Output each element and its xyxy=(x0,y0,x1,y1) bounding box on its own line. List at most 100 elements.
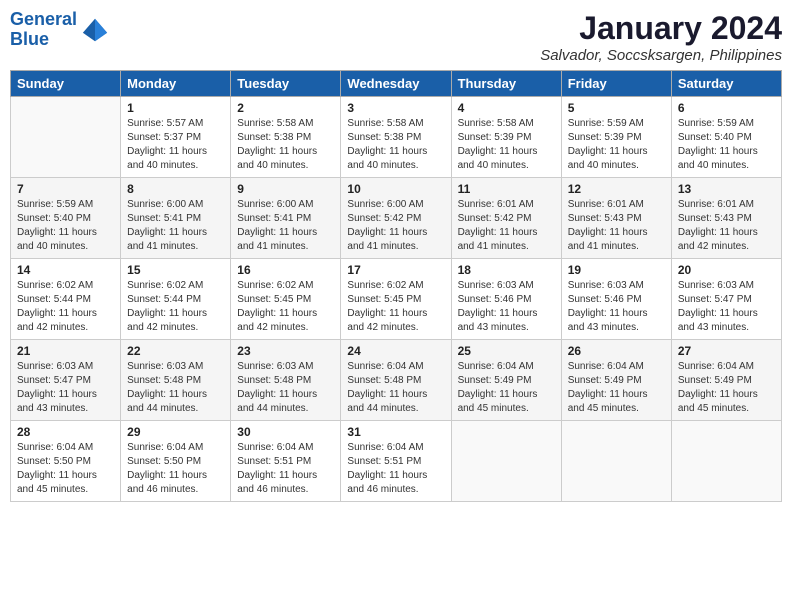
day-info: Sunrise: 6:03 AM Sunset: 5:48 PM Dayligh… xyxy=(127,360,224,416)
day-info: Sunrise: 6:04 AM Sunset: 5:50 PM Dayligh… xyxy=(17,441,114,497)
calendar-cell: 2 Sunrise: 5:58 AM Sunset: 5:38 PM Daylig… xyxy=(231,97,341,178)
calendar-cell xyxy=(561,421,671,502)
logo-general: General xyxy=(10,9,77,29)
day-info: Sunrise: 6:00 AM Sunset: 5:41 PM Dayligh… xyxy=(237,198,334,254)
day-number: 18 xyxy=(458,263,555,277)
day-info: Sunrise: 6:04 AM Sunset: 5:49 PM Dayligh… xyxy=(458,360,555,416)
calendar-cell: 28 Sunrise: 6:04 AM Sunset: 5:50 PM Dayli… xyxy=(11,421,121,502)
calendar-cell: 12 Sunrise: 6:01 AM Sunset: 5:43 PM Dayli… xyxy=(561,178,671,259)
day-number: 9 xyxy=(237,182,334,196)
day-number: 28 xyxy=(17,425,114,439)
day-number: 30 xyxy=(237,425,334,439)
day-info: Sunrise: 6:04 AM Sunset: 5:50 PM Dayligh… xyxy=(127,441,224,497)
calendar-cell: 31 Sunrise: 6:04 AM Sunset: 5:51 PM Dayli… xyxy=(341,421,451,502)
calendar-header-saturday: Saturday xyxy=(671,71,781,97)
day-number: 21 xyxy=(17,344,114,358)
day-info: Sunrise: 6:00 AM Sunset: 5:42 PM Dayligh… xyxy=(347,198,444,254)
calendar-header-tuesday: Tuesday xyxy=(231,71,341,97)
calendar-cell: 6Sunrise: 5:59 AM Sunset: 5:40 PM Daylig… xyxy=(671,97,781,178)
calendar-header-wednesday: Wednesday xyxy=(341,71,451,97)
calendar-cell: 18 Sunrise: 6:03 AM Sunset: 5:46 PM Dayli… xyxy=(451,259,561,340)
day-number: 17 xyxy=(347,263,444,277)
calendar-cell: 9 Sunrise: 6:00 AM Sunset: 5:41 PM Daylig… xyxy=(231,178,341,259)
calendar-week-1: 1 Sunrise: 5:57 AM Sunset: 5:37 PM Daylig… xyxy=(11,97,782,178)
calendar-cell: 13Sunrise: 6:01 AM Sunset: 5:43 PM Dayli… xyxy=(671,178,781,259)
calendar-header-row: SundayMondayTuesdayWednesdayThursdayFrid… xyxy=(11,71,782,97)
logo-text: General Blue xyxy=(10,10,77,50)
calendar-body: 1 Sunrise: 5:57 AM Sunset: 5:37 PM Daylig… xyxy=(11,97,782,502)
day-number: 1 xyxy=(127,101,224,115)
day-info: Sunrise: 6:01 AM Sunset: 5:43 PM Dayligh… xyxy=(678,198,775,254)
calendar-header-thursday: Thursday xyxy=(451,71,561,97)
day-info: Sunrise: 6:04 AM Sunset: 5:51 PM Dayligh… xyxy=(347,441,444,497)
day-number: 5 xyxy=(568,101,665,115)
day-number: 4 xyxy=(458,101,555,115)
day-info: Sunrise: 5:58 AM Sunset: 5:38 PM Dayligh… xyxy=(347,117,444,173)
day-number: 14 xyxy=(17,263,114,277)
day-number: 24 xyxy=(347,344,444,358)
page-title: January 2024 xyxy=(540,10,782,47)
day-number: 26 xyxy=(568,344,665,358)
day-info: Sunrise: 5:58 AM Sunset: 5:38 PM Dayligh… xyxy=(237,117,334,173)
day-info: Sunrise: 5:57 AM Sunset: 5:37 PM Dayligh… xyxy=(127,117,224,173)
day-info: Sunrise: 5:59 AM Sunset: 5:39 PM Dayligh… xyxy=(568,117,665,173)
day-info: Sunrise: 6:04 AM Sunset: 5:49 PM Dayligh… xyxy=(678,360,775,416)
calendar-cell: 19Sunrise: 6:03 AM Sunset: 5:46 PM Dayli… xyxy=(561,259,671,340)
day-number: 2 xyxy=(237,101,334,115)
day-info: Sunrise: 6:03 AM Sunset: 5:47 PM Dayligh… xyxy=(678,279,775,335)
calendar-week-3: 14 Sunrise: 6:02 AM Sunset: 5:44 PM Dayli… xyxy=(11,259,782,340)
day-info: Sunrise: 6:03 AM Sunset: 5:46 PM Dayligh… xyxy=(458,279,555,335)
calendar-cell xyxy=(671,421,781,502)
calendar-cell: 3Sunrise: 5:58 AM Sunset: 5:38 PM Daylig… xyxy=(341,97,451,178)
day-info: Sunrise: 6:02 AM Sunset: 5:44 PM Dayligh… xyxy=(127,279,224,335)
day-number: 27 xyxy=(678,344,775,358)
day-number: 6 xyxy=(678,101,775,115)
calendar-cell: 17 Sunrise: 6:02 AM Sunset: 5:45 PM Dayli… xyxy=(341,259,451,340)
calendar-cell xyxy=(451,421,561,502)
day-info: Sunrise: 6:01 AM Sunset: 5:42 PM Dayligh… xyxy=(458,198,555,254)
calendar-week-4: 21 Sunrise: 6:03 AM Sunset: 5:47 PM Dayli… xyxy=(11,340,782,421)
day-number: 15 xyxy=(127,263,224,277)
page-subtitle: Salvador, Soccsksargen, Philippines xyxy=(540,47,782,64)
day-number: 7 xyxy=(17,182,114,196)
day-number: 10 xyxy=(347,182,444,196)
calendar-cell: 24 Sunrise: 6:04 AM Sunset: 5:48 PM Dayli… xyxy=(341,340,451,421)
calendar-cell: 15 Sunrise: 6:02 AM Sunset: 5:44 PM Dayli… xyxy=(121,259,231,340)
day-number: 25 xyxy=(458,344,555,358)
day-info: Sunrise: 6:02 AM Sunset: 5:45 PM Dayligh… xyxy=(347,279,444,335)
day-number: 22 xyxy=(127,344,224,358)
calendar-cell: 10 Sunrise: 6:00 AM Sunset: 5:42 PM Dayli… xyxy=(341,178,451,259)
calendar-header-sunday: Sunday xyxy=(11,71,121,97)
day-info: Sunrise: 6:00 AM Sunset: 5:41 PM Dayligh… xyxy=(127,198,224,254)
calendar-cell: 29 Sunrise: 6:04 AM Sunset: 5:50 PM Dayli… xyxy=(121,421,231,502)
calendar-cell: 1 Sunrise: 5:57 AM Sunset: 5:37 PM Daylig… xyxy=(121,97,231,178)
day-number: 31 xyxy=(347,425,444,439)
calendar-cell: 7 Sunrise: 5:59 AM Sunset: 5:40 PM Daylig… xyxy=(11,178,121,259)
calendar-header-friday: Friday xyxy=(561,71,671,97)
day-number: 19 xyxy=(568,263,665,277)
title-area: January 2024 Salvador, Soccsksargen, Phi… xyxy=(540,10,782,64)
day-info: Sunrise: 6:04 AM Sunset: 5:48 PM Dayligh… xyxy=(347,360,444,416)
calendar-week-5: 28 Sunrise: 6:04 AM Sunset: 5:50 PM Dayli… xyxy=(11,421,782,502)
day-number: 16 xyxy=(237,263,334,277)
day-number: 20 xyxy=(678,263,775,277)
calendar-cell: 4Sunrise: 5:58 AM Sunset: 5:39 PM Daylig… xyxy=(451,97,561,178)
day-info: Sunrise: 6:04 AM Sunset: 5:49 PM Dayligh… xyxy=(568,360,665,416)
day-info: Sunrise: 5:59 AM Sunset: 5:40 PM Dayligh… xyxy=(17,198,114,254)
day-info: Sunrise: 6:03 AM Sunset: 5:47 PM Dayligh… xyxy=(17,360,114,416)
calendar-cell: 23Sunrise: 6:03 AM Sunset: 5:48 PM Dayli… xyxy=(231,340,341,421)
calendar-cell: 20 Sunrise: 6:03 AM Sunset: 5:47 PM Dayli… xyxy=(671,259,781,340)
logo-blue: Blue xyxy=(10,29,49,49)
calendar-cell: 5 Sunrise: 5:59 AM Sunset: 5:39 PM Daylig… xyxy=(561,97,671,178)
calendar-cell: 26 Sunrise: 6:04 AM Sunset: 5:49 PM Dayli… xyxy=(561,340,671,421)
day-number: 12 xyxy=(568,182,665,196)
calendar-cell: 21 Sunrise: 6:03 AM Sunset: 5:47 PM Dayli… xyxy=(11,340,121,421)
day-number: 23 xyxy=(237,344,334,358)
calendar-cell: 14Sunrise: 6:02 AM Sunset: 5:44 PM Dayli… xyxy=(11,259,121,340)
calendar-week-2: 7 Sunrise: 5:59 AM Sunset: 5:40 PM Daylig… xyxy=(11,178,782,259)
day-number: 29 xyxy=(127,425,224,439)
calendar-table: SundayMondayTuesdayWednesdayThursdayFrid… xyxy=(10,70,782,502)
calendar-cell: 27 Sunrise: 6:04 AM Sunset: 5:49 PM Dayli… xyxy=(671,340,781,421)
calendar-header-monday: Monday xyxy=(121,71,231,97)
day-info: Sunrise: 6:01 AM Sunset: 5:43 PM Dayligh… xyxy=(568,198,665,254)
